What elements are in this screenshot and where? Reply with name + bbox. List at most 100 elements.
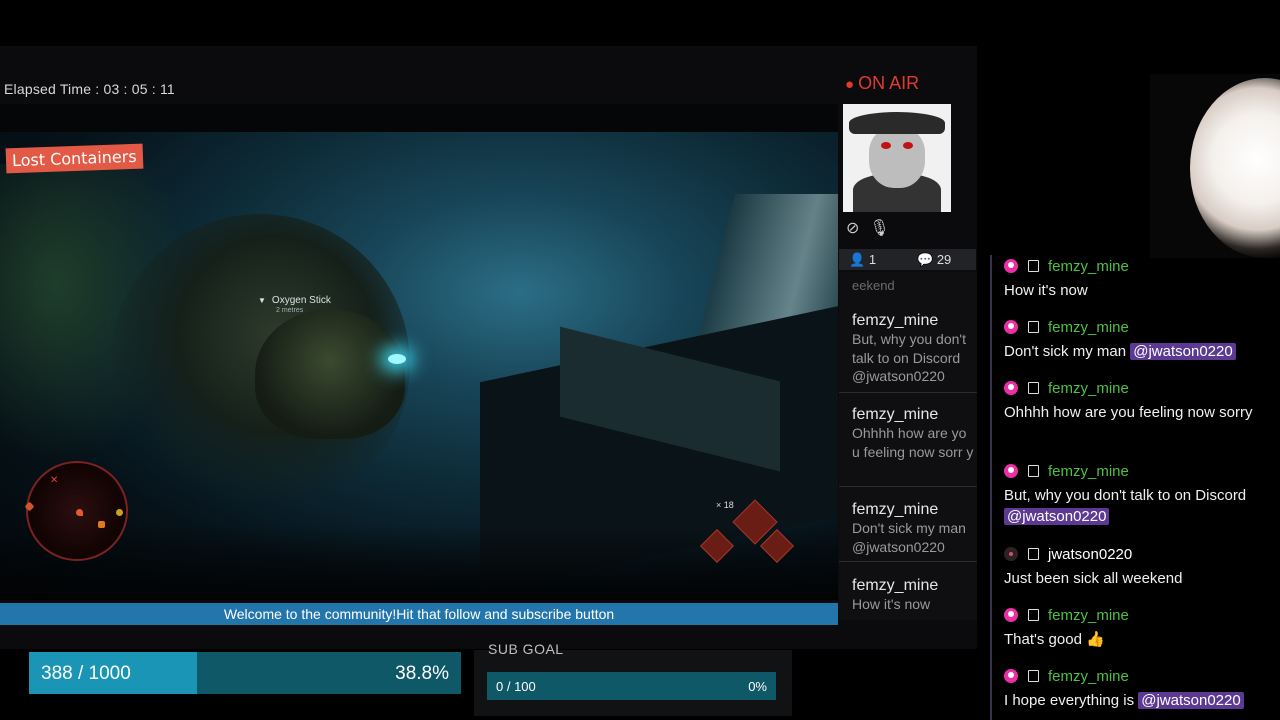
chat-message: femzy_mine I hope everything is @jwatson0… — [1004, 668, 1274, 711]
user-badge-icon — [1004, 464, 1018, 478]
message-text: I hope everything is — [1004, 692, 1135, 709]
list-item: femzy_mine But, why you don't talk to on… — [839, 312, 977, 393]
tool-count: × 18 — [716, 500, 734, 510]
message-text: Ohhhh how are you feeling now sorry — [1004, 404, 1253, 421]
message-text: How it's now — [1004, 282, 1088, 299]
viewer-count: 👤 1 — [849, 252, 877, 267]
list-item: femzy_mine How it's now — [839, 577, 977, 620]
goal-percent: 38.8% — [395, 663, 449, 684]
chat-message: femzy_mine But, why you don't talk to on … — [1004, 463, 1274, 527]
viewer-icon: 👤 — [849, 252, 866, 267]
map-marker-icon — [24, 501, 35, 512]
chat-username[interactable]: femzy_mine — [1048, 380, 1129, 397]
twitch-icon — [1028, 670, 1039, 682]
chat-message: femzy_mine Ohhhh how are you feeling now … — [1004, 380, 1274, 423]
live-dot-icon: ● — [845, 76, 855, 93]
twitch-icon — [1028, 609, 1039, 621]
elapsed-time: Elapsed Time : 03 : 05 : 11 — [4, 81, 175, 97]
chat-message: Don't sick my man @jwatson0220 — [852, 520, 966, 555]
close-marker-icon: ✕ — [50, 475, 59, 486]
chat-username[interactable]: femzy_mine — [1048, 607, 1129, 624]
avatar-eye — [881, 142, 891, 149]
waypoint-marker: ▼ Oxygen Stick 2 metres — [258, 295, 331, 314]
chat-message: femzy_mine How it's now — [1004, 258, 1274, 301]
camera-off-icon: ⊘ — [846, 220, 860, 237]
message-text: Just been sick all weekend — [1004, 570, 1183, 587]
chat-message: But, why you don't talk to on Discord @j… — [852, 331, 966, 384]
avatar-status-icons: ⊘ 🎙 — [846, 218, 900, 238]
sub-goal-bar: 0 / 100 0% — [487, 672, 776, 700]
twitch-icon — [1028, 465, 1039, 477]
chat-message: How it's now — [852, 596, 931, 612]
waypoint-label: Oxygen Stick — [271, 295, 331, 306]
chat-username[interactable]: femzy_mine — [1048, 668, 1129, 685]
tool-selector: × 18 — [697, 498, 807, 563]
chat-text: How it's now — [1004, 280, 1274, 301]
on-air-indicator: ● ON AIR — [845, 73, 919, 94]
mention[interactable]: @jwatson0220 — [1138, 692, 1244, 709]
twitch-icon — [1028, 260, 1039, 272]
mini-chat-truncated: eekend — [852, 278, 895, 293]
chat-text: I hope everything is @jwatson0220 — [1004, 690, 1274, 711]
objective-marker-icon — [116, 509, 123, 516]
avatar-eye — [903, 142, 913, 149]
poi-marker-icon — [98, 521, 105, 528]
twitch-icon — [1028, 321, 1039, 333]
chat-count: 💬 29 — [917, 252, 952, 267]
chat-text: Don't sick my man @jwatson0220 — [1004, 341, 1274, 362]
chat-message: femzy_mine That's good 👍 — [1004, 607, 1274, 650]
message-text: But, why you don't talk to on Discord — [1004, 487, 1247, 504]
mention[interactable]: @jwatson0220 — [1130, 343, 1236, 360]
chat-text: But, why you don't talk to on Discord @j… — [1004, 485, 1274, 527]
streamer-avatar — [843, 104, 951, 212]
avatar-skull — [869, 128, 925, 188]
ticker-banner: Welcome to the community!Hit that follow… — [0, 603, 838, 625]
goal-count: 388 / 1000 — [41, 663, 131, 684]
user-badge-icon — [1004, 381, 1018, 395]
stream-stats: 👤 1 💬 29 — [839, 249, 976, 270]
ring-light — [1190, 78, 1280, 258]
chat-username[interactable]: femzy_mine — [1048, 319, 1129, 336]
user-badge-icon — [1004, 547, 1018, 561]
chat-username[interactable]: jwatson0220 — [1048, 546, 1132, 563]
chat-username: femzy_mine — [852, 577, 939, 594]
chat-username: femzy_mine — [852, 406, 939, 423]
chat-text: Ohhhh how are you feeling now sorry — [1004, 402, 1274, 423]
user-badge-icon — [1004, 669, 1018, 683]
user-badge-icon — [1004, 320, 1018, 334]
avatar-hat — [849, 112, 945, 134]
waypoint-triangle-icon: ▼ — [258, 296, 266, 305]
minimap: ✕ — [24, 461, 128, 561]
chat-panel: femzy_mine How it's now femzy_mine Don't si… — [990, 255, 1280, 720]
chat-bubble-icon: 💬 — [917, 252, 934, 267]
mini-chat-panel: femzy_mine But, why you don't talk to on… — [839, 272, 977, 620]
waypoint-distance: 2 metres — [276, 307, 304, 314]
chat-username: femzy_mine — [852, 312, 939, 329]
chat-text: Just been sick all weekend — [1004, 568, 1274, 589]
list-item: femzy_mine Ohhhh how are yo u feeling no… — [839, 406, 977, 487]
diver-helmet — [255, 309, 405, 439]
chat-text: That's good 👍 — [1004, 629, 1274, 650]
chat-message: femzy_mine Don't sick my man @jwatson0220 — [1004, 319, 1274, 362]
chat-message: jwatson0220 Just been sick all weekend — [1004, 546, 1274, 589]
chat-username[interactable]: femzy_mine — [1048, 463, 1129, 480]
list-item: femzy_mine Don't sick my man @jwatson022… — [839, 501, 977, 562]
user-badge-icon — [1004, 259, 1018, 273]
tool-slot-left-icon — [700, 529, 734, 563]
follower-goal-bar: 388 / 1000 38.8% — [29, 652, 461, 694]
chat-username[interactable]: femzy_mine — [1048, 258, 1129, 275]
webcam — [1150, 74, 1280, 258]
objective-banner: Lost Containers — [5, 143, 144, 174]
goal-percent: 0% — [748, 679, 767, 694]
user-badge-icon — [1004, 608, 1018, 622]
game-top-bar — [0, 104, 838, 132]
mention[interactable]: @jwatson0220 — [1004, 508, 1110, 525]
on-air-label: ON AIR — [858, 73, 920, 93]
chat-message: Ohhhh how are yo u feeling now sorr y — [852, 425, 974, 460]
twitch-icon — [1028, 548, 1039, 560]
twitch-icon — [1028, 382, 1039, 394]
goal-count: 0 / 100 — [496, 679, 536, 694]
player-marker-icon — [76, 509, 83, 516]
microphone-icon: 🎙 — [869, 220, 890, 237]
message-text: Don't sick my man — [1004, 343, 1127, 360]
